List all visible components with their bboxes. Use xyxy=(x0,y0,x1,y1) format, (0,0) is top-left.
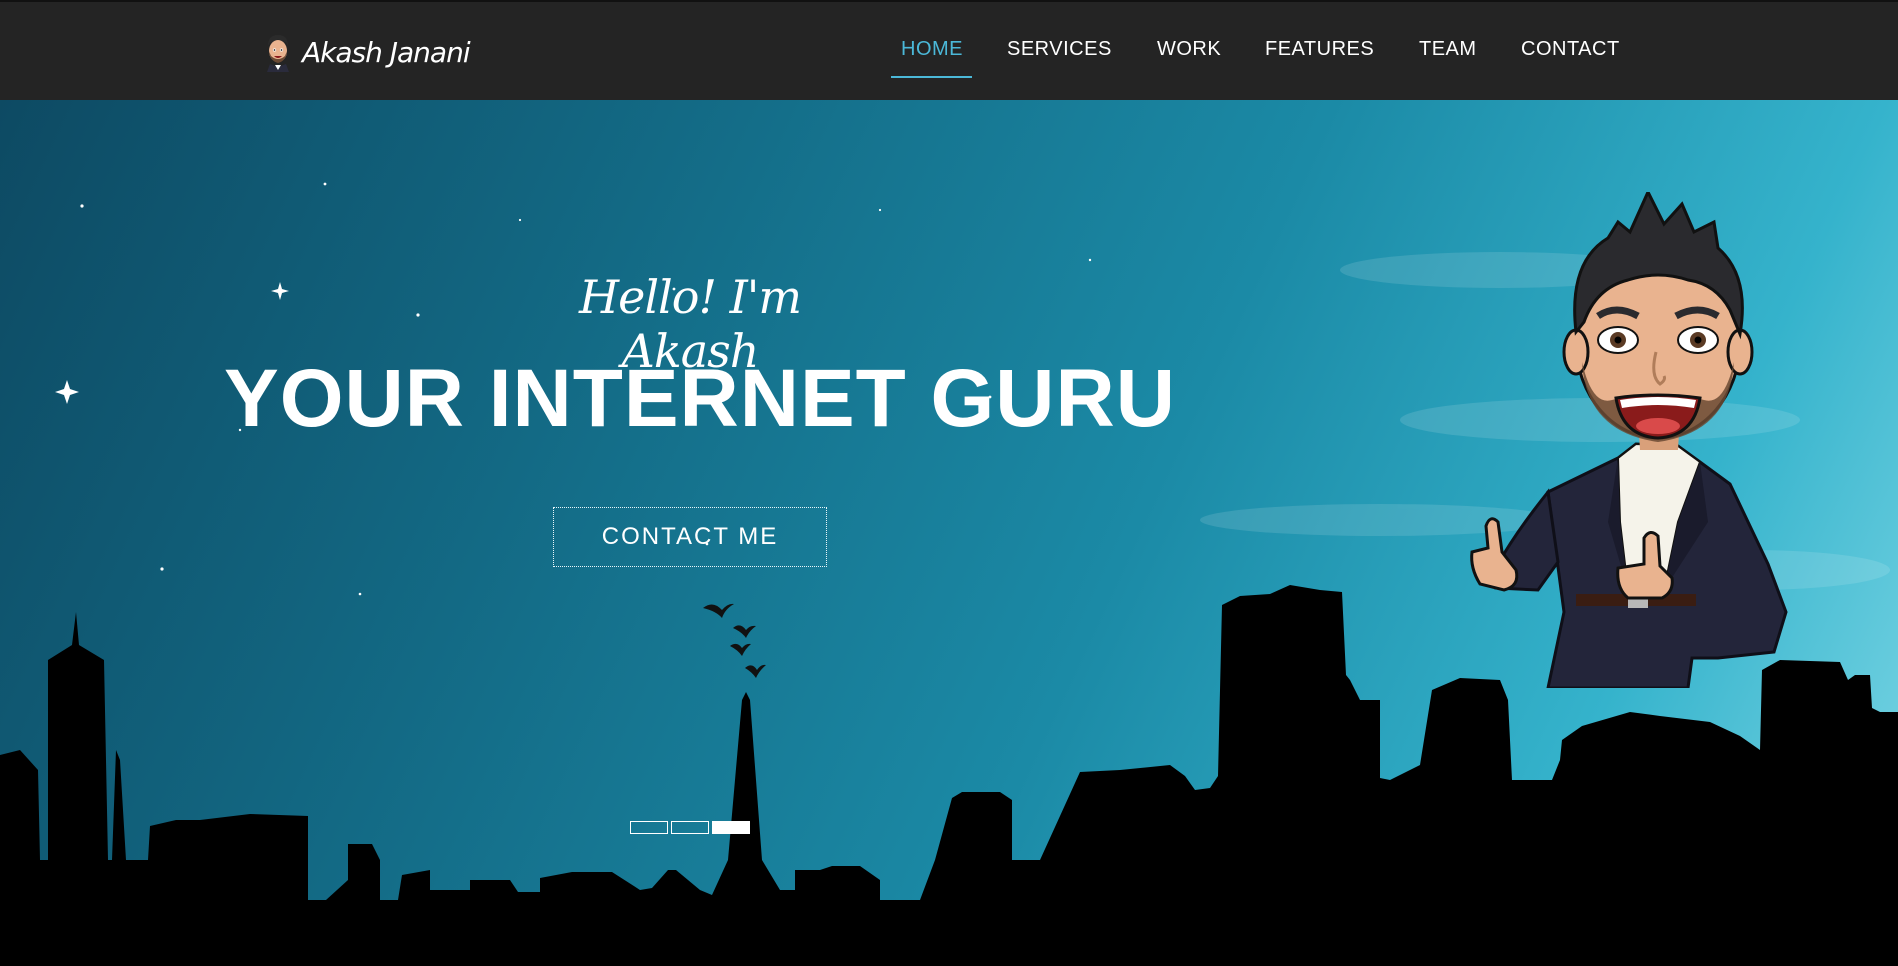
nav-link-contact[interactable]: CONTACT xyxy=(1521,38,1620,61)
nav-link-team[interactable]: TEAM xyxy=(1419,38,1477,61)
bitmoji-thumbs-up-illustration xyxy=(1470,192,1788,688)
nav-link-services[interactable]: SERVICES xyxy=(1007,38,1112,61)
hero-carousel: Hello! I'm Akash YOUR INTERNET GURU CONT… xyxy=(0,100,1898,966)
active-nav-underline xyxy=(891,76,972,78)
nav-link-work[interactable]: WORK xyxy=(1157,38,1221,61)
carousel-indicator-2[interactable] xyxy=(671,821,709,834)
carousel-indicators xyxy=(630,821,750,834)
main-nav: HOME SERVICES WORK FEATURES TEAM CONTACT xyxy=(0,38,1898,78)
nav-link-features[interactable]: FEATURES xyxy=(1265,38,1374,61)
carousel-indicator-1[interactable] xyxy=(630,821,668,834)
contact-me-button[interactable]: CONTACT ME xyxy=(553,507,827,567)
hero-headline: YOUR INTERNET GURU xyxy=(224,353,1176,444)
nav-link-home[interactable]: HOME xyxy=(901,38,963,61)
site-header: Akash Janani HOME SERVICES WORK FEATURES… xyxy=(0,0,1898,100)
carousel-indicator-3[interactable] xyxy=(712,821,750,834)
